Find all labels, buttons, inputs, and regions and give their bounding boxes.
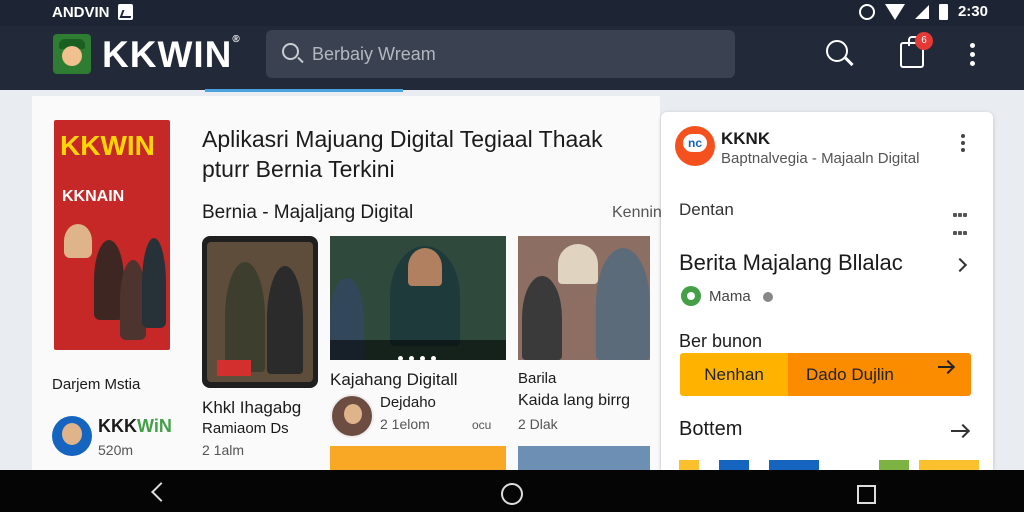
person-figure bbox=[408, 248, 442, 286]
dot-icon bbox=[763, 292, 773, 302]
cover-figure bbox=[64, 224, 92, 258]
arrow-right-icon bbox=[938, 366, 952, 368]
action-button-label: Dado Dujlin bbox=[806, 364, 894, 384]
carrier-label: ANDVIN bbox=[52, 4, 110, 21]
video-thumbnail[interactable] bbox=[518, 236, 650, 360]
channel-subtitle: Baptnalvegia - Majaaln Digital bbox=[721, 150, 920, 167]
calendar-icon bbox=[118, 4, 133, 20]
next-thumbnail[interactable] bbox=[518, 446, 650, 470]
side-label: Darjem Mstia bbox=[52, 376, 141, 393]
brand-text: KKWIN bbox=[102, 34, 233, 75]
next-thumbnail[interactable] bbox=[330, 446, 506, 470]
profile-meta: 520m bbox=[98, 442, 134, 458]
status-icons: 2:30 bbox=[858, 3, 988, 20]
status-bar: ANDVIN 2:30 bbox=[0, 0, 1024, 26]
panel-title[interactable]: Berita Majalang Bllalac bbox=[679, 250, 903, 276]
more-vert-icon[interactable] bbox=[970, 43, 976, 67]
person-figure bbox=[596, 248, 650, 360]
search-input[interactable] bbox=[312, 40, 712, 68]
avatar[interactable] bbox=[52, 416, 92, 456]
status-icon bbox=[681, 286, 701, 306]
alarm-icon bbox=[858, 3, 875, 20]
wifi-icon bbox=[884, 3, 905, 20]
item-subtitle: Ramiaom Ds bbox=[202, 420, 289, 437]
notification-badge: 6 bbox=[915, 32, 933, 50]
carousel-dots bbox=[398, 348, 442, 360]
section-label: Ber bunon bbox=[679, 331, 763, 351]
chevron-right-icon[interactable] bbox=[952, 257, 968, 273]
arrow-right-icon[interactable] bbox=[951, 430, 967, 432]
search-box[interactable] bbox=[266, 30, 735, 78]
channel-name[interactable]: KKNK bbox=[721, 129, 770, 149]
profile-meta-2: 2 1alm bbox=[202, 442, 245, 458]
side-panel: KKNK Baptnalvegia - Majaaln Digital Dent… bbox=[661, 112, 993, 470]
signal-icon bbox=[914, 4, 929, 19]
back-icon[interactable] bbox=[151, 482, 171, 502]
brand-win: WiN bbox=[137, 416, 172, 436]
video-thumbnail[interactable] bbox=[330, 236, 506, 360]
more-vert-icon[interactable] bbox=[961, 134, 965, 155]
page-title: Aplikasri Majuang Digital Tegiaal Thaak … bbox=[202, 126, 603, 182]
item-title[interactable]: Kajahang Digitall bbox=[330, 370, 458, 390]
logo-avatar[interactable] bbox=[53, 34, 91, 74]
magazine-cover[interactable]: KKWIN KKNAIN bbox=[54, 120, 170, 350]
action-button[interactable]: Dado Dujlin bbox=[788, 353, 971, 396]
phone-screen bbox=[207, 242, 313, 382]
status-label: Mama bbox=[709, 288, 751, 305]
live-tag bbox=[217, 360, 251, 376]
avatar[interactable] bbox=[330, 394, 374, 438]
primary-button[interactable]: Nenhan bbox=[680, 353, 788, 396]
app-bar: KKWIN® 6 bbox=[0, 26, 1024, 90]
recents-icon[interactable] bbox=[857, 485, 876, 504]
search-icon bbox=[282, 43, 299, 60]
partner-logos bbox=[679, 460, 979, 470]
face-shape bbox=[62, 46, 82, 66]
section-label[interactable]: Bottem bbox=[679, 418, 742, 441]
person-figure bbox=[225, 262, 265, 372]
brand-mark: ® bbox=[232, 34, 241, 45]
item-title[interactable]: Barila bbox=[518, 370, 556, 387]
section-label: Dentan bbox=[679, 200, 734, 219]
channel-logo[interactable] bbox=[675, 126, 715, 166]
item-subtitle: Kaida lang birrg bbox=[518, 392, 631, 409]
person-figure bbox=[522, 276, 562, 360]
magazine-subtitle: KKNAIN bbox=[62, 188, 125, 205]
magazine-title: KKWIN bbox=[60, 130, 155, 161]
person-figure bbox=[267, 266, 303, 374]
category-breadcrumb[interactable]: Bernia - Majaljang Digital bbox=[202, 202, 413, 224]
video-thumbnail[interactable] bbox=[202, 236, 318, 388]
nav-bar bbox=[0, 470, 1024, 512]
cover-figure bbox=[142, 238, 166, 328]
person-figure bbox=[558, 244, 598, 284]
item-meta: 2 1elom bbox=[380, 416, 430, 432]
search-icon[interactable] bbox=[826, 40, 848, 62]
main-content: KKWIN KKNAIN Aplikasri Majuang Digital T… bbox=[32, 96, 662, 470]
battery-icon bbox=[938, 3, 948, 20]
profile-brand[interactable]: KKKWiN bbox=[98, 416, 172, 437]
home-icon[interactable] bbox=[501, 483, 523, 505]
brand-logo[interactable]: KKWIN® bbox=[102, 34, 241, 76]
grid-icon[interactable] bbox=[953, 206, 971, 242]
see-more-link[interactable]: Kennin bbox=[612, 204, 662, 222]
item-title[interactable]: Khkl Ihagabg bbox=[202, 398, 301, 418]
item-subtitle: Dejdaho bbox=[380, 394, 436, 411]
item-meta-2: ocu bbox=[472, 418, 492, 432]
bag-icon[interactable]: 6 bbox=[900, 32, 933, 68]
item-meta: 2 Dlak bbox=[518, 416, 558, 432]
brand-k: KKK bbox=[98, 416, 137, 436]
tab-indicator bbox=[205, 89, 403, 92]
clock: 2:30 bbox=[957, 3, 988, 20]
